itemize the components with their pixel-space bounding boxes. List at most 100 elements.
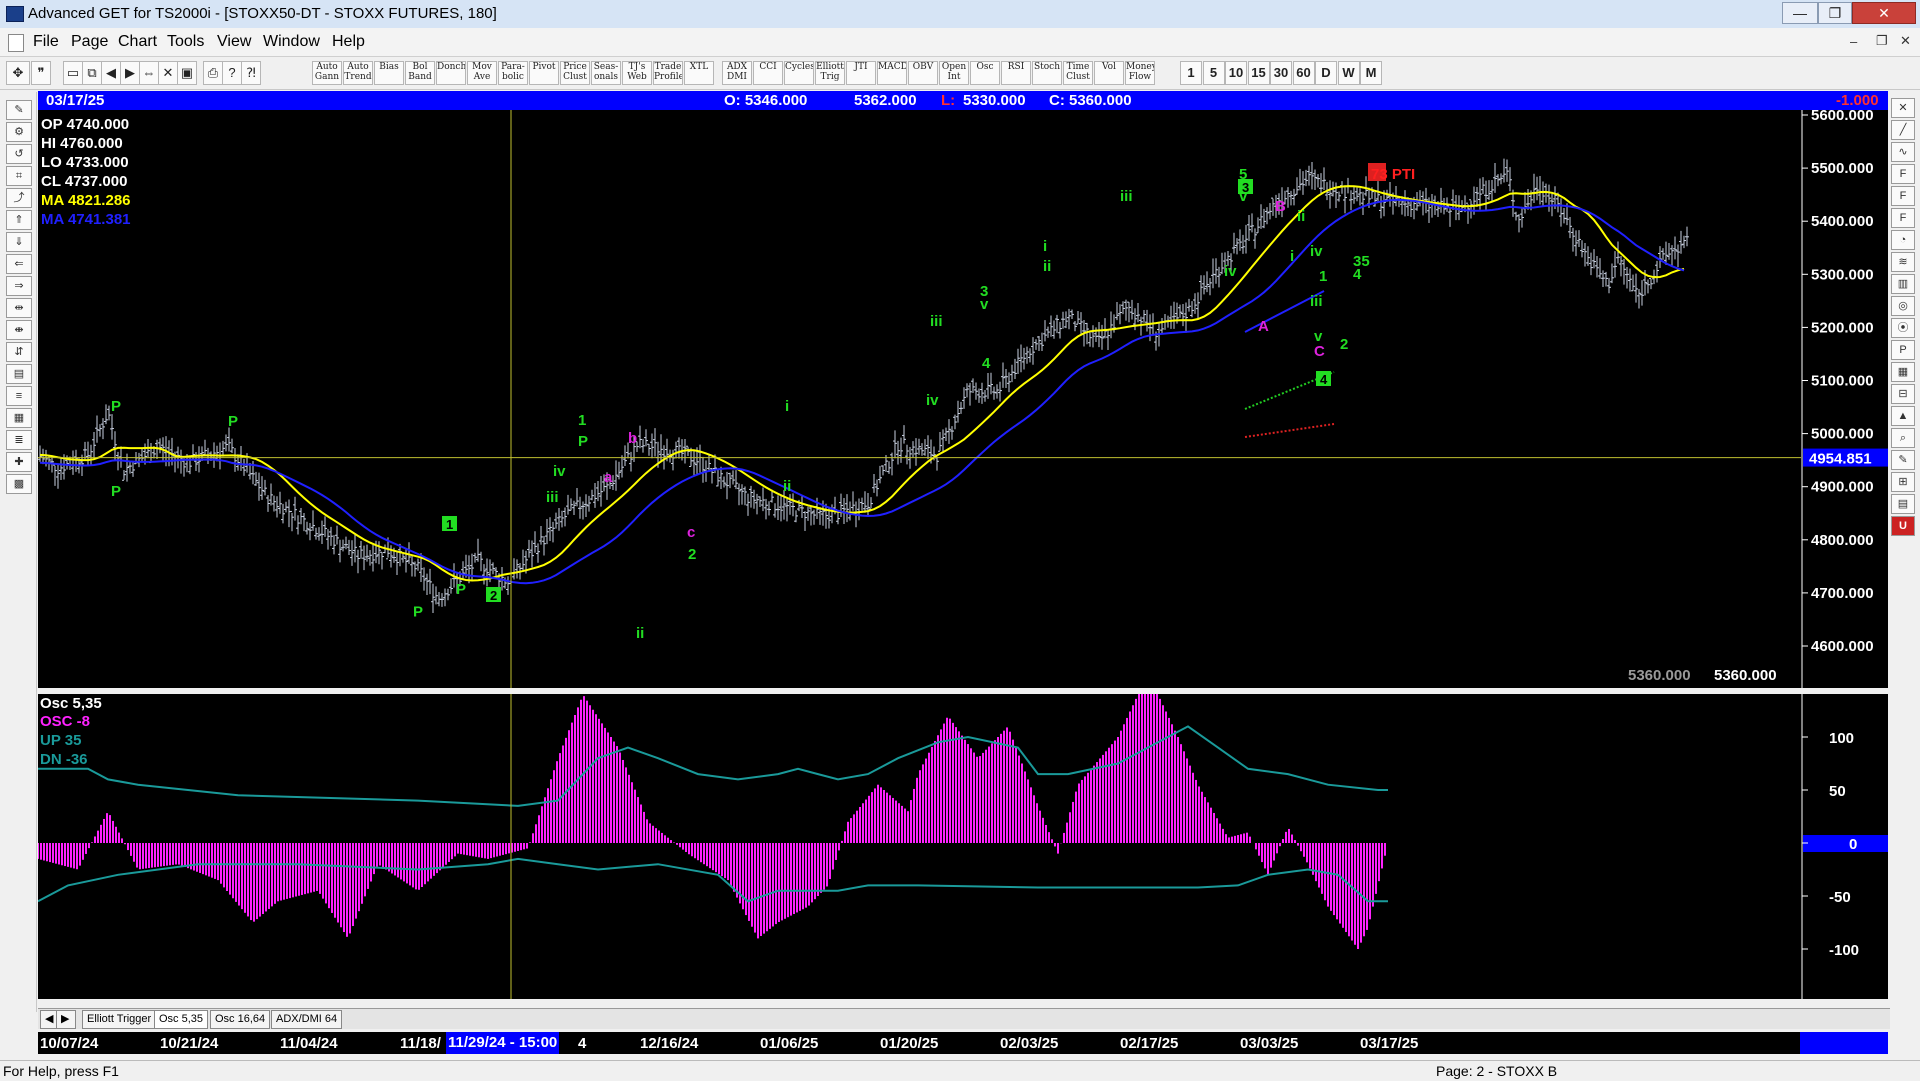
study-button[interactable]: OBV bbox=[908, 61, 938, 85]
zoom-icon[interactable]: ⇵ bbox=[6, 342, 32, 362]
close-button[interactable]: ✕ bbox=[1852, 2, 1916, 24]
study-button[interactable]: Time Clust bbox=[1063, 61, 1093, 85]
tip-icon[interactable]: ? bbox=[222, 61, 242, 85]
study-icon[interactable]: ⌗ bbox=[6, 166, 32, 186]
zoom-icon[interactable]: ⌕ bbox=[1891, 428, 1915, 448]
layers-icon[interactable]: ▤ bbox=[1891, 494, 1915, 514]
ellipse-icon[interactable]: ◎ bbox=[1891, 296, 1915, 316]
oscillator-chart[interactable]: 150100500-50-100 Osc 5,35 OSC -8 UP 35 D… bbox=[38, 694, 1888, 999]
stretch-icon[interactable]: ⇹ bbox=[6, 298, 32, 318]
menu-help[interactable]: Help bbox=[332, 33, 365, 51]
fib-time-icon[interactable]: F bbox=[1891, 208, 1915, 228]
mob-icon[interactable]: ⊟ bbox=[1891, 384, 1915, 404]
interval-button[interactable]: 10 bbox=[1225, 61, 1247, 85]
menu-view[interactable]: View bbox=[217, 33, 251, 51]
triangle-icon[interactable]: ▲ bbox=[1891, 406, 1915, 426]
elliott-icon[interactable]: ⤴ bbox=[6, 188, 32, 208]
restore-button[interactable]: ❐ bbox=[1818, 2, 1852, 24]
tab-scroll-right-icon[interactable]: ▶ bbox=[56, 1010, 76, 1029]
study-button[interactable]: Stoch bbox=[1032, 61, 1062, 85]
interval-button[interactable]: 1 bbox=[1180, 61, 1202, 85]
grid-icon[interactable]: ▤ bbox=[6, 364, 32, 384]
pointer-tool-icon[interactable]: ✥ bbox=[6, 61, 30, 85]
mdi-minimize-icon[interactable]: – bbox=[1850, 34, 1857, 49]
interval-button[interactable]: 30 bbox=[1270, 61, 1292, 85]
left-arrow-icon[interactable]: ⇐ bbox=[6, 254, 32, 274]
study-button[interactable]: Price Clust bbox=[560, 61, 590, 85]
tab-adx-dmi[interactable]: ADX/DMI 64 bbox=[271, 1010, 343, 1029]
crosshair-icon[interactable]: ✚ bbox=[6, 452, 32, 472]
fib-ext-icon[interactable]: F bbox=[1891, 186, 1915, 206]
scroll-right-icon[interactable]: ▶ bbox=[120, 61, 140, 85]
print-icon[interactable]: ⎙ bbox=[203, 61, 223, 85]
date-axis-scroll[interactable] bbox=[1800, 1032, 1888, 1054]
study-button[interactable]: XTL bbox=[684, 61, 714, 85]
window-icon[interactable]: ▣ bbox=[177, 61, 197, 85]
menu-window[interactable]: Window bbox=[263, 33, 320, 51]
edit-icon[interactable]: ✎ bbox=[6, 100, 32, 120]
menu-page[interactable]: Page bbox=[71, 33, 108, 51]
study-button[interactable]: Donch bbox=[436, 61, 466, 85]
menu-chart[interactable]: Chart bbox=[118, 33, 157, 51]
down-arrow-icon[interactable]: ⇓ bbox=[6, 232, 32, 252]
interval-button[interactable]: M bbox=[1360, 61, 1382, 85]
copy-icon[interactable]: ⧉ bbox=[82, 61, 102, 85]
study-button[interactable]: RSI bbox=[1001, 61, 1031, 85]
close-tool-icon[interactable]: ✕ bbox=[1891, 98, 1915, 118]
mdi-restore-icon[interactable]: ❐ bbox=[1876, 33, 1888, 49]
study-button[interactable]: Bias bbox=[374, 61, 404, 85]
expand-icon[interactable]: ⇔ bbox=[139, 61, 159, 85]
study-button[interactable]: CCI bbox=[753, 61, 783, 85]
interval-button[interactable]: 15 bbox=[1247, 61, 1270, 85]
interval-button[interactable]: D bbox=[1315, 61, 1337, 85]
up-arrow-icon[interactable]: ⇑ bbox=[6, 210, 32, 230]
price-chart[interactable]: 5600.000 5500.000 5400.000 5300.000 5200.000… bbox=[38, 91, 1888, 688]
study-button[interactable]: Seas-onals bbox=[591, 61, 621, 85]
compress-icon[interactable]: ⇼ bbox=[6, 320, 32, 340]
cycle-icon[interactable]: ◔ bbox=[1891, 230, 1915, 250]
study-button[interactable]: Money Flow bbox=[1125, 61, 1155, 85]
new-page-icon[interactable]: ▭ bbox=[63, 61, 83, 85]
study-button[interactable]: Auto Trend bbox=[343, 61, 373, 85]
menu-file[interactable]: File bbox=[33, 33, 59, 51]
help-pointer-icon[interactable]: ⁈ bbox=[241, 61, 261, 85]
study-button[interactable]: Open Int bbox=[939, 61, 969, 85]
window-icon[interactable]: ⊞ bbox=[1891, 472, 1915, 492]
wave-tool-icon[interactable]: ∿ bbox=[1891, 142, 1915, 162]
target-icon[interactable]: ⦿ bbox=[1891, 318, 1915, 338]
interval-button[interactable]: W bbox=[1337, 61, 1360, 85]
settings-icon[interactable]: ⚙ bbox=[6, 122, 32, 142]
channel-icon[interactable]: ≋ bbox=[1891, 252, 1915, 272]
fib-ret-icon[interactable]: F bbox=[1891, 164, 1915, 184]
interval-button[interactable]: 5 bbox=[1202, 61, 1225, 85]
fib-icon[interactable]: ≣ bbox=[6, 430, 32, 450]
gann-icon[interactable]: ▦ bbox=[6, 408, 32, 428]
oscillator-canvas[interactable]: 150100500-50-100 bbox=[38, 694, 1888, 999]
study-button[interactable]: Vol bbox=[1094, 61, 1124, 85]
study-button[interactable]: Osc bbox=[970, 61, 1000, 85]
tab-elliott-trigger[interactable]: Elliott Trigger bbox=[82, 1010, 157, 1029]
study-button[interactable]: ADX DMI bbox=[722, 61, 752, 85]
study-button[interactable]: TJ's Web bbox=[622, 61, 652, 85]
scroll-left-icon[interactable]: ◀ bbox=[101, 61, 121, 85]
tab-osc-16-64[interactable]: Osc 16,64 bbox=[210, 1010, 271, 1029]
lines-icon[interactable]: ≡ bbox=[6, 386, 32, 406]
menu-tools[interactable]: Tools bbox=[167, 33, 204, 51]
delete-icon[interactable]: ✕ bbox=[158, 61, 178, 85]
right-arrow-icon[interactable]: ⇒ bbox=[6, 276, 32, 296]
line-tool-icon[interactable]: ╱ bbox=[1891, 120, 1915, 140]
tab-osc-5-35[interactable]: Osc 5,35 bbox=[154, 1010, 209, 1029]
study-button[interactable]: Elliott Trig bbox=[815, 61, 845, 85]
mdi-close-icon[interactable]: ✕ bbox=[1900, 33, 1911, 49]
grid-tool-icon[interactable]: ▦ bbox=[1891, 362, 1915, 382]
pti-icon[interactable]: P bbox=[1891, 340, 1915, 360]
study-button[interactable]: Cycles bbox=[784, 61, 814, 85]
study-button[interactable]: Auto Gann bbox=[312, 61, 342, 85]
box-icon[interactable]: ▥ bbox=[1891, 274, 1915, 294]
minimize-button[interactable]: — bbox=[1782, 2, 1818, 24]
study-button[interactable]: Para-bolic bbox=[498, 61, 528, 85]
layout-icon[interactable]: ▩ bbox=[6, 474, 32, 494]
study-button[interactable]: JTI bbox=[846, 61, 876, 85]
reset-icon[interactable]: ↺ bbox=[6, 144, 32, 164]
magnet-icon[interactable]: U bbox=[1891, 516, 1915, 536]
